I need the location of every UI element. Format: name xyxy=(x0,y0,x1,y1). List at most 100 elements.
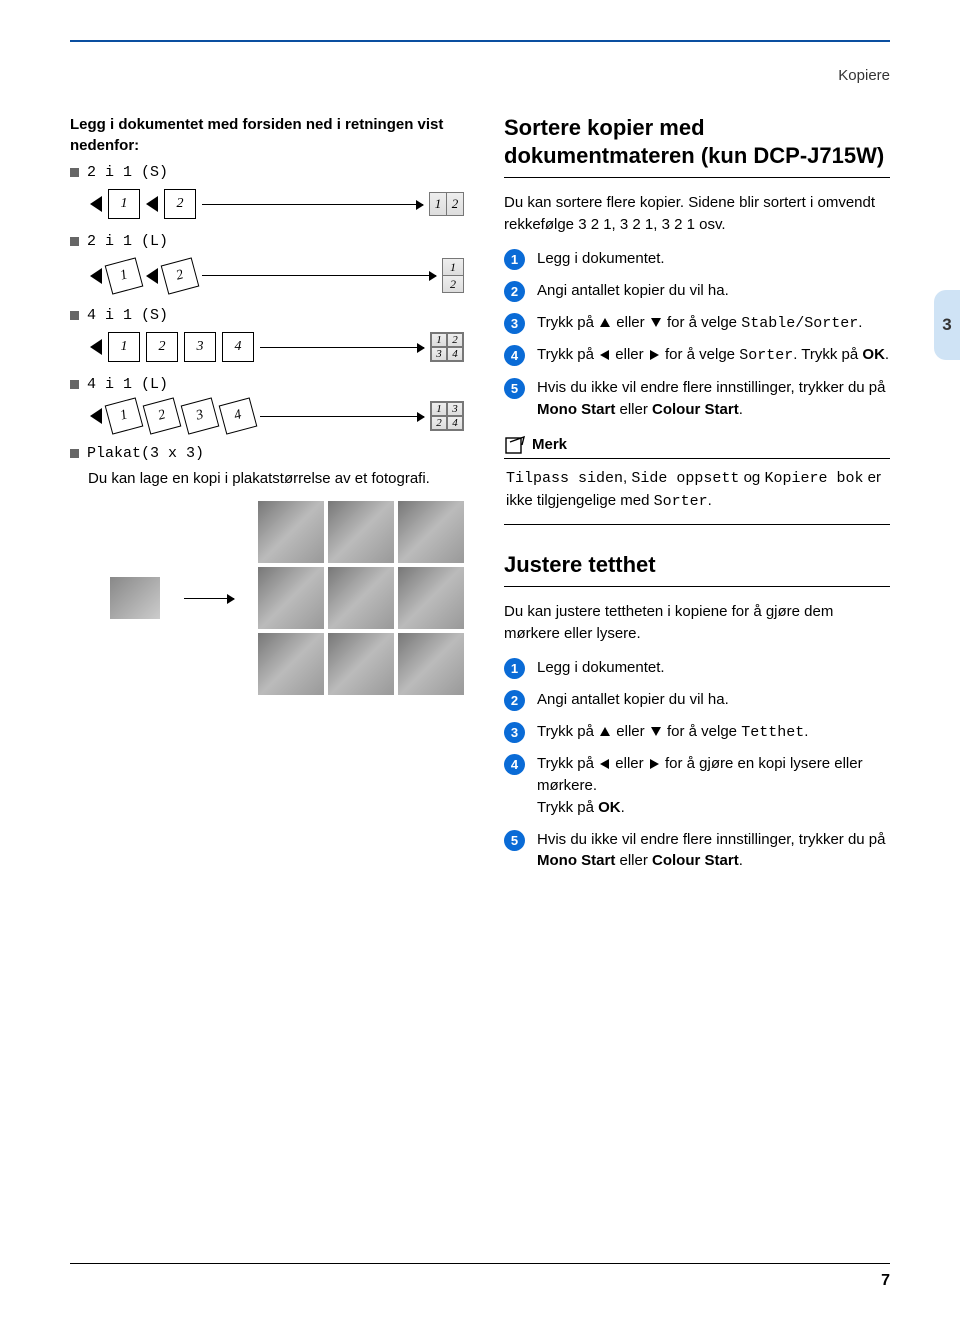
note-body: Tilpass siden, Side oppsett og Kopiere b… xyxy=(504,458,890,525)
step-5b: 5 Hvis du ikke vil endre flere innstilli… xyxy=(504,829,890,873)
arrow-icon xyxy=(184,598,234,599)
page-icon: 1 xyxy=(105,257,144,294)
bullet-icon xyxy=(70,311,79,320)
step-text: Trykk på eller for å velge Tetthet. xyxy=(537,721,890,744)
poster-desc: Du kan lage en kopi i plakatstørrelse av… xyxy=(88,468,464,489)
option-label: 4 i 1 (S) xyxy=(87,307,168,324)
step-badge-icon: 2 xyxy=(504,281,525,302)
step-badge-icon: 3 xyxy=(504,722,525,743)
layout-option-2in1-l: 2 i 1 (L) xyxy=(70,233,464,250)
step-text: Trykk på eller for å velge Stable/Sorter… xyxy=(537,312,890,335)
poster-diagram xyxy=(110,501,464,695)
output-icon: 1324 xyxy=(430,401,464,431)
bullet-icon xyxy=(70,449,79,458)
page-icon: 3 xyxy=(184,332,216,362)
left-arrow-icon xyxy=(600,350,609,360)
arrow-left-icon xyxy=(90,196,102,212)
arrow-left-icon xyxy=(146,268,158,284)
chapter-title: Kopiere xyxy=(70,67,890,84)
note-heading: Merk xyxy=(504,435,890,455)
bullet-icon xyxy=(70,237,79,246)
bullet-icon xyxy=(70,380,79,389)
step-text: Legg i dokumentet. xyxy=(537,248,890,270)
page-icon: 1 xyxy=(105,397,144,434)
up-arrow-icon xyxy=(600,727,610,736)
step-badge-icon: 1 xyxy=(504,249,525,270)
page-icon: 2 xyxy=(143,397,182,434)
page-icon: 1 xyxy=(108,189,140,219)
right-arrow-icon xyxy=(650,350,659,360)
output-icon: 12 xyxy=(429,192,464,216)
step-text: Hvis du ikke vil endre flere innstilling… xyxy=(537,829,890,873)
left-intro: Legg i dokumentet med forsiden ned i ret… xyxy=(70,114,464,156)
arrow-icon xyxy=(202,204,423,205)
step-text: Legg i dokumentet. xyxy=(537,657,890,679)
layout-option-2in1-s: 2 i 1 (S) xyxy=(70,164,464,181)
arrow-icon xyxy=(202,275,436,276)
page-icon: 2 xyxy=(146,332,178,362)
option-label: 2 i 1 (L) xyxy=(87,233,168,250)
layout-option-4in1-l: 4 i 1 (L) xyxy=(70,376,464,393)
section2-intro: Du kan justere tettheten i kopiene for å… xyxy=(504,601,890,645)
page-icon: 3 xyxy=(181,397,220,434)
down-arrow-icon xyxy=(651,318,661,327)
page-icon: 4 xyxy=(219,397,258,434)
arrow-left-icon xyxy=(90,268,102,284)
step-4: 4 Trykk på eller for å velge Sorter. Try… xyxy=(504,344,890,367)
arrow-icon xyxy=(260,416,424,417)
down-arrow-icon xyxy=(651,727,661,736)
layout-option-poster: Plakat(3 x 3) xyxy=(70,445,464,462)
section1-intro: Du kan sortere flere kopier. Sidene blir… xyxy=(504,192,890,236)
step-4b: 4 Trykk på eller for å gjøre en kopi lys… xyxy=(504,753,890,818)
step-text: Angi antallet kopier du vil ha. xyxy=(537,689,890,711)
step-text: Trykk på eller for å velge Sorter. Trykk… xyxy=(537,344,890,367)
page-number: 7 xyxy=(881,1272,890,1290)
step-badge-icon: 3 xyxy=(504,313,525,334)
note-label: Merk xyxy=(532,436,567,453)
up-arrow-icon xyxy=(600,318,610,327)
photo-icon xyxy=(110,577,160,619)
diagram-4in1-l: 1 2 3 4 1324 xyxy=(90,401,464,431)
arrow-icon xyxy=(260,347,424,348)
footer-rule xyxy=(70,1263,890,1264)
option-label: 4 i 1 (L) xyxy=(87,376,168,393)
arrow-left-icon xyxy=(90,408,102,424)
step-1: 1 Legg i dokumentet. xyxy=(504,248,890,270)
step-text: Hvis du ikke vil endre flere innstilling… xyxy=(537,377,890,421)
page-icon: 2 xyxy=(161,257,200,294)
step-badge-icon: 1 xyxy=(504,658,525,679)
section-rule xyxy=(504,177,890,178)
left-column: Legg i dokumentet med forsiden ned i ret… xyxy=(70,114,464,882)
output-icon: 12 xyxy=(442,258,464,293)
step-5: 5 Hvis du ikke vil endre flere innstilli… xyxy=(504,377,890,421)
option-label: 2 i 1 (S) xyxy=(87,164,168,181)
output-icon: 1234 xyxy=(430,332,464,362)
arrow-left-icon xyxy=(90,339,102,355)
section-rule xyxy=(504,586,890,587)
step-badge-icon: 4 xyxy=(504,754,525,775)
top-rule xyxy=(70,40,890,42)
diagram-4in1-s: 1 2 3 4 1234 xyxy=(90,332,464,362)
diagram-2in1-l: 1 2 12 xyxy=(90,258,464,293)
diagram-2in1-s: 1 2 12 xyxy=(90,189,464,219)
layout-option-4in1-s: 4 i 1 (S) xyxy=(70,307,464,324)
section-title-density: Justere tetthet xyxy=(504,551,890,579)
step-text: Trykk på eller for å gjøre en kopi lyser… xyxy=(537,753,890,818)
arrow-left-icon xyxy=(146,196,158,212)
option-label: Plakat(3 x 3) xyxy=(87,445,204,462)
step-badge-icon: 5 xyxy=(504,378,525,399)
step-badge-icon: 4 xyxy=(504,345,525,366)
right-column: Sortere kopier med dokumentmateren (kun … xyxy=(504,114,890,882)
left-arrow-icon xyxy=(600,759,609,769)
step-badge-icon: 5 xyxy=(504,830,525,851)
step-text: Angi antallet kopier du vil ha. xyxy=(537,280,890,302)
chapter-tab: 3 xyxy=(934,290,960,360)
step-1b: 1 Legg i dokumentet. xyxy=(504,657,890,679)
poster-grid-icon xyxy=(258,501,464,695)
right-arrow-icon xyxy=(650,759,659,769)
step-3b: 3 Trykk på eller for å velge Tetthet. xyxy=(504,721,890,744)
step-badge-icon: 2 xyxy=(504,690,525,711)
step-3: 3 Trykk på eller for å velge Stable/Sort… xyxy=(504,312,890,335)
section-title-sort: Sortere kopier med dokumentmateren (kun … xyxy=(504,114,890,169)
note-icon xyxy=(504,435,526,455)
